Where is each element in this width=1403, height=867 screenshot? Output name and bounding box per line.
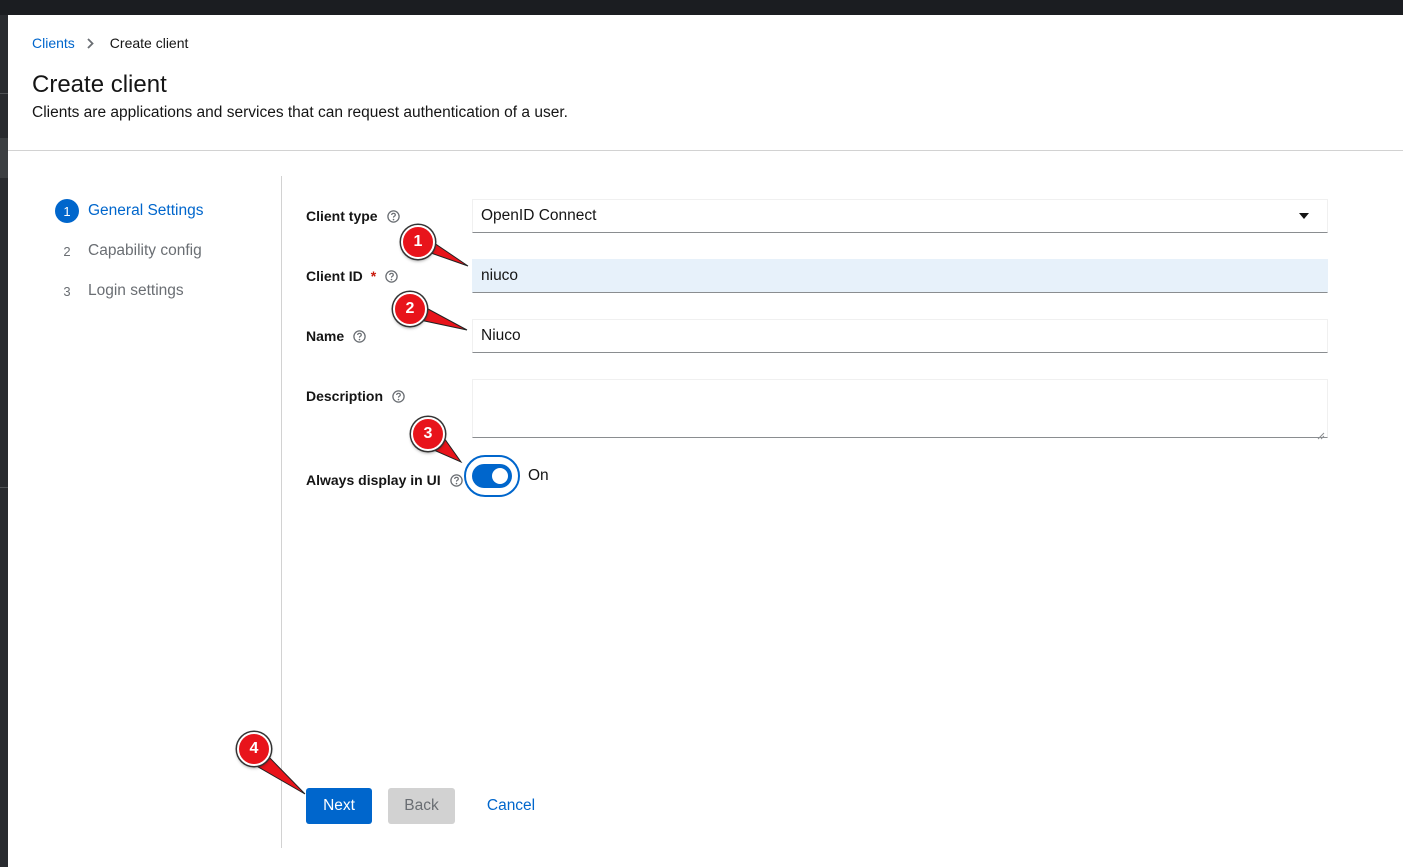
annotation-marker-4: 4 <box>237 732 271 766</box>
annotation-marker-3: 3 <box>411 417 445 451</box>
annotation-marker-2: 2 <box>393 292 427 326</box>
annotation-pointers <box>244 227 469 795</box>
annotation-marker-1: 1 <box>401 225 435 259</box>
